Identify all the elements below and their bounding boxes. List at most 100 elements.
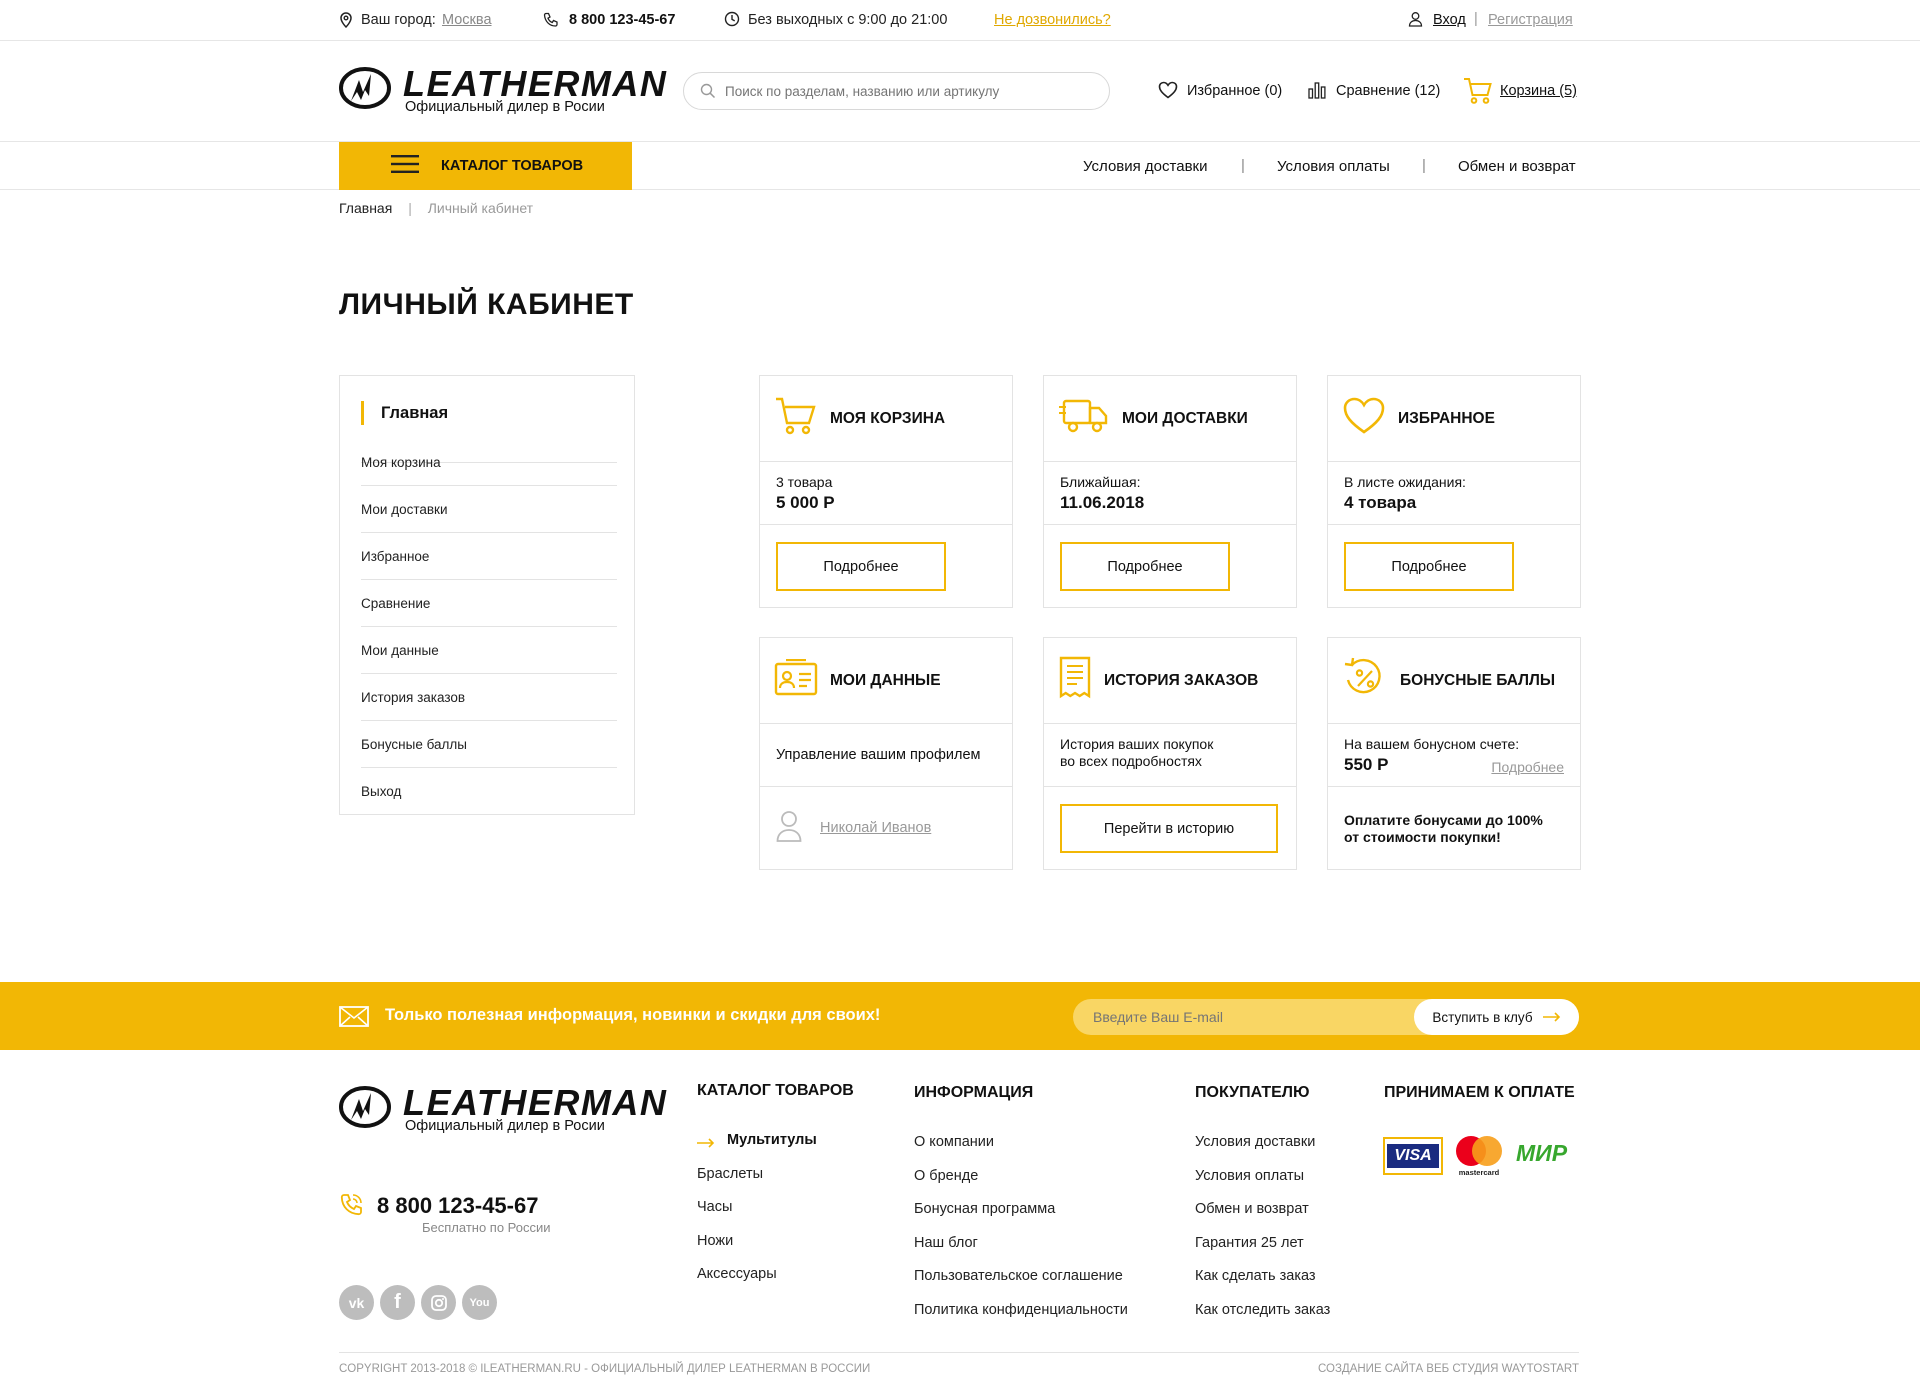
copyright: Copyright 2013-2018 © ileatherman.ru - о… [339,1363,871,1375]
footer-catalog-item[interactable]: Мультитулы [727,1132,817,1148]
card-title: Мои данные [830,671,941,689]
favorites-link[interactable]: Избранное (0) [1187,83,1282,99]
footer-phone-note: Бесплатно по России [422,1220,551,1235]
sidebar-item-label: Избранное [361,548,430,564]
nav-separator: | [1422,157,1426,174]
deliveries-details-button[interactable]: Подробнее [1060,542,1230,591]
footer-info-item[interactable]: Пользовательское соглашение [914,1268,1123,1284]
sidebar-item-profile[interactable]: Мои данные [361,627,617,674]
sidebar-item-bonus[interactable]: Бонусные баллы [361,721,617,768]
sidebar-item-label: Мои данные [361,642,439,658]
facebook-icon[interactable]: f [380,1285,415,1320]
footer-buyer-item[interactable]: Условия оплаты [1195,1168,1304,1184]
footer-buyer-item[interactable]: Как сделать заказ [1195,1268,1316,1284]
mir-logo: МИР [1516,1140,1568,1166]
search-box[interactable] [683,72,1110,110]
nav-delivery[interactable]: Условия доставки [1083,158,1207,175]
menu-icon [391,154,419,178]
history-card: История заказов История ваших покупок во… [1043,637,1297,870]
top-bar: Ваш город: Москва 8 800 123-45-67 Без вы… [0,0,1920,41]
arrow-right-icon [1542,1010,1561,1025]
sidebar-item-favorites[interactable]: Избранное [361,533,617,580]
bonus-card: Бонусные баллы На вашем бонусном счете: … [1327,637,1581,870]
card-title: Моя корзина [830,409,946,427]
cart-link[interactable]: Корзина (5) [1500,83,1577,99]
sidebar-item-deliveries[interactable]: Мои доставки [361,486,617,533]
footer-payment-title: Принимаем к оплате [1384,1084,1575,1101]
bonus-note: от стоимости покупки! [1344,829,1501,845]
bonus-label: На вашем бонусном счете: [1344,736,1520,752]
sidebar-item-label: История заказов [361,689,466,705]
footer-buyer-item[interactable]: Как отследить заказ [1195,1302,1330,1318]
delivery-truck-icon [1058,396,1110,441]
footer-catalog-item[interactable]: Браслеты [697,1166,763,1182]
youtube-icon[interactable]: You [462,1285,497,1320]
card-title: Бонусные баллы [1400,671,1556,689]
visa-text: VISA [1387,1144,1439,1168]
location-icon [339,12,353,32]
sidebar-item-cart[interactable]: Моя корзина [361,439,617,486]
bonus-details-link[interactable]: Подробнее [1491,759,1564,775]
logo-emblem-icon [339,1086,391,1128]
cart-card: Моя корзина 3 товара 5 000 Р Подробнее [759,375,1013,608]
delivery-date: 11.06.2018 [1060,493,1145,512]
newsletter-form: Вступить в клуб [1073,999,1579,1035]
phone-number[interactable]: 8 800 123-45-67 [569,12,675,28]
profile-user-link[interactable]: Николай Иванов [820,820,931,836]
cart-total: 5 000 Р [776,493,835,512]
sidebar-item-history[interactable]: История заказов [361,674,617,721]
footer-catalog-item[interactable]: Ножи [697,1233,733,1249]
vk-icon[interactable]: vk [339,1285,374,1320]
bonus-percent-icon [1342,656,1388,705]
compare-link[interactable]: Сравнение (12) [1336,83,1440,99]
footer-buyer-item[interactable]: Условия доставки [1195,1134,1315,1150]
heart-icon [1158,81,1178,104]
active-marker [361,401,364,425]
footer-buyer-item[interactable]: Гарантия 25 лет [1195,1235,1304,1251]
cart-details-button[interactable]: Подробнее [776,542,946,591]
newsletter-bar: Только полезная информация, новинки и ск… [0,982,1920,1050]
footer-phone[interactable]: 8 800 123-45-67 [377,1193,538,1219]
join-club-button[interactable]: Вступить в клуб [1414,999,1579,1035]
instagram-icon[interactable] [421,1285,456,1320]
email-input[interactable] [1093,1005,1393,1029]
footer-buyer-item[interactable]: Обмен и возврат [1195,1201,1309,1217]
footer-info-item[interactable]: Политика конфиденциальности [914,1302,1128,1318]
sidebar-item-compare[interactable]: Сравнение [361,580,617,627]
page-title: ЛИЧНЫЙ КАБИНЕТ [339,288,634,321]
account-sidebar: Главная Моя корзина Мои доставки Избранн… [339,375,635,815]
nav-returns[interactable]: Обмен и возврат [1458,158,1576,175]
breadcrumb-current: Личный кабинет [427,200,534,216]
footer-logo[interactable]: LEATHERMAN Официальный дилер в Росии [339,1085,666,1135]
footer-info-item[interactable]: Бонусная программа [914,1201,1055,1217]
nav-payment[interactable]: Условия оплаты [1277,158,1390,175]
footer-info-item[interactable]: Наш блог [914,1235,978,1251]
callback-link[interactable]: Не дозвонились? [994,12,1111,28]
nav-separator: | [1241,157,1245,174]
phone-icon [543,12,559,32]
history-button[interactable]: Перейти в историю [1060,804,1278,853]
search-input[interactable] [725,79,1095,103]
catalog-button[interactable]: Каталог товаров [339,142,632,190]
profile-card: Мои данные Управление вашим профилем Ник… [759,637,1013,870]
logo[interactable]: LEATHERMAN Официальный дилер в Росии [339,66,666,116]
catalog-label: Каталог товаров [441,158,584,174]
developer-credit[interactable]: Создание сайта веб студия waytostart [1318,1363,1579,1375]
footer-catalog-item[interactable]: Аксессуары [697,1266,777,1282]
favorites-details-button[interactable]: Подробнее [1344,542,1514,591]
join-club-label: Вступить в клуб [1432,1009,1533,1025]
city-link[interactable]: Москва [442,12,492,28]
bonus-note: Оплатите бонусами до 100% [1344,812,1543,828]
logo-subtitle: Официальный дилер в Росии [405,1118,605,1134]
breadcrumb-home[interactable]: Главная [339,200,392,216]
footer-catalog-item[interactable]: Часы [697,1199,732,1215]
cart-count: 3 товара [776,474,833,490]
login-link[interactable]: Вход [1433,12,1466,28]
register-link[interactable]: Регистрация [1488,12,1573,28]
divider: | [1474,11,1478,27]
header: LEATHERMAN Официальный дилер в Росии Изб… [0,41,1920,142]
visa-logo: VISA [1383,1137,1443,1175]
footer-info-item[interactable]: О бренде [914,1168,978,1184]
footer-info-item[interactable]: О компании [914,1134,994,1150]
sidebar-item-logout[interactable]: Выход [361,768,617,815]
